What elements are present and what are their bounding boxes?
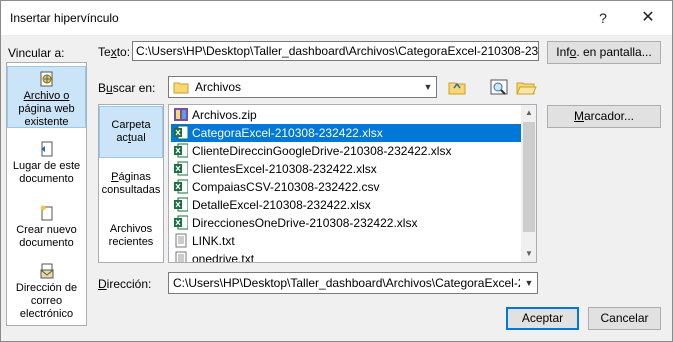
new-document-icon: [39, 205, 55, 221]
list-item[interactable]: LINK.txt: [171, 232, 521, 250]
link-email-line1: Dirección de: [15, 282, 78, 294]
web-page-icon: [39, 71, 55, 87]
insert-hyperlink-dialog: Insertar hipervínculo ? ✕ Vincular a: Te…: [0, 0, 673, 342]
file-name: Archivos.zip: [192, 108, 257, 122]
file-name: LINK.txt: [192, 234, 235, 248]
list-item[interactable]: CompaiasCSV-210308-232422.csv: [171, 178, 521, 196]
up-folder-icon: [448, 82, 466, 95]
file-list[interactable]: Archivos.zip CategoraExcel-210308-232422…: [168, 104, 537, 263]
link-to-label: Vincular a:: [8, 46, 65, 60]
dialog-title: Insertar hipervínculo: [10, 11, 119, 25]
link-place-line2: documento: [19, 173, 74, 185]
email-icon: [39, 263, 55, 279]
screentip-button[interactable]: Info. en pantalla...: [547, 41, 661, 64]
browse-web-button[interactable]: [486, 75, 512, 99]
document-place-icon: [39, 141, 55, 157]
link-place-line1: Lugar de este: [12, 160, 81, 172]
list-item[interactable]: ClientesExcel-210308-232422.xlsx: [171, 160, 521, 178]
excel-file-icon: [174, 161, 189, 176]
text-file-icon: [174, 233, 188, 248]
place-recent-line2: recientes: [108, 236, 154, 248]
place-current-folder[interactable]: Carpeta actual: [99, 106, 163, 158]
close-button[interactable]: ✕: [630, 6, 666, 30]
bookmark-button[interactable]: Marcador...: [547, 105, 661, 128]
title-bar: Insertar hipervínculo ? ✕: [1, 1, 672, 35]
excel-file-icon: [174, 179, 189, 194]
list-item[interactable]: Archivos.zip: [171, 106, 521, 124]
chevron-down-icon: ▼: [419, 77, 436, 97]
link-existing-file-webpage[interactable]: Archivo o página web existente: [7, 66, 86, 128]
place-browsed-line1: Páginas: [111, 171, 151, 183]
text-to-display-input[interactable]: C:\Users\HP\Desktop\Taller_dashboard\Arc…: [132, 41, 539, 61]
ok-button[interactable]: Aceptar: [506, 307, 579, 330]
vertical-scrollbar[interactable]: ▲ ▼: [521, 105, 536, 262]
link-place-in-document[interactable]: Lugar de este documento: [7, 141, 86, 189]
file-name: DetalleExcel-210308-232422.xlsx: [192, 198, 371, 212]
file-name: CompaiasCSV-210308-232422.csv: [192, 180, 380, 194]
link-email-line2: correo: [30, 295, 63, 307]
text-label: Texto:: [98, 45, 131, 59]
open-folder-icon: [516, 82, 537, 95]
place-browsed-pages[interactable]: Páginas consultadas: [99, 167, 163, 201]
look-in-label: Buscar en:: [98, 81, 156, 95]
text-file-icon: [174, 251, 188, 262]
link-existing-line3: existente: [24, 116, 69, 128]
excel-file-icon: [174, 125, 189, 140]
scroll-thumb[interactable]: [523, 122, 535, 232]
list-item[interactable]: ClienteDireccinGoogleDrive-210308-232422…: [171, 142, 521, 160]
file-name: onedrive.txt: [192, 252, 255, 263]
cancel-button[interactable]: Cancelar: [588, 307, 661, 330]
file-name: CategoraExcel-210308-232422.xlsx: [192, 126, 383, 140]
place-recent-line1: Archivos: [109, 223, 153, 235]
excel-file-icon: [174, 197, 189, 212]
place-current-line2: actual: [116, 132, 146, 144]
list-item[interactable]: DetalleExcel-210308-232422.xlsx: [171, 196, 521, 214]
list-item-selected[interactable]: CategoraExcel-210308-232422.xlsx: [171, 124, 521, 142]
address-input[interactable]: C:\Users\HP\Desktop\Taller_dashboard\Arc…: [168, 272, 538, 294]
link-existing-line2: página web: [18, 103, 75, 115]
link-new-line1: Crear nuevo: [16, 224, 77, 236]
place-recent-files[interactable]: Archivos recientes: [99, 219, 163, 253]
list-item[interactable]: onedrive.txt: [171, 250, 521, 263]
zip-archive-icon: [174, 107, 188, 122]
list-item[interactable]: DireccionesOneDrive-210308-232422.xlsx: [171, 214, 521, 232]
up-folder-button[interactable]: [444, 75, 470, 99]
place-browsed-line2: consultadas: [101, 184, 161, 196]
excel-file-icon: [174, 143, 189, 158]
link-to-bar: Archivo o página web existente Lugar de …: [6, 62, 87, 326]
scroll-up-icon[interactable]: ▲: [521, 105, 536, 121]
look-in-value: Archivos: [195, 80, 242, 94]
file-name: ClientesExcel-210308-232422.xlsx: [192, 162, 377, 176]
file-name: DireccionesOneDrive-210308-232422.xlsx: [192, 216, 418, 230]
link-existing-line1: Archivo o: [23, 90, 70, 102]
link-create-new-document[interactable]: Crear nuevo documento: [7, 205, 86, 253]
help-button[interactable]: ?: [585, 6, 621, 30]
link-email-address[interactable]: Dirección de correo electrónico: [7, 263, 86, 323]
places-bar: Carpeta actual Páginas consultadas Archi…: [98, 104, 164, 263]
address-value: C:\Users\HP\Desktop\Taller_dashboard\Arc…: [173, 276, 521, 290]
link-email-line3: electrónico: [19, 308, 74, 320]
browse-file-button[interactable]: [513, 75, 539, 99]
address-label: Dirección:: [98, 277, 152, 291]
chevron-down-icon: ▼: [520, 273, 537, 293]
excel-file-icon: [174, 215, 189, 230]
file-name: ClienteDireccinGoogleDrive-210308-232422…: [192, 144, 452, 158]
browse-web-icon: [490, 79, 508, 95]
folder-icon: [173, 80, 189, 94]
scroll-down-icon[interactable]: ▼: [521, 246, 536, 262]
link-new-line2: documento: [19, 237, 74, 249]
place-current-line1: Carpeta: [111, 119, 151, 131]
look-in-select[interactable]: Archivos ▼: [168, 76, 437, 98]
